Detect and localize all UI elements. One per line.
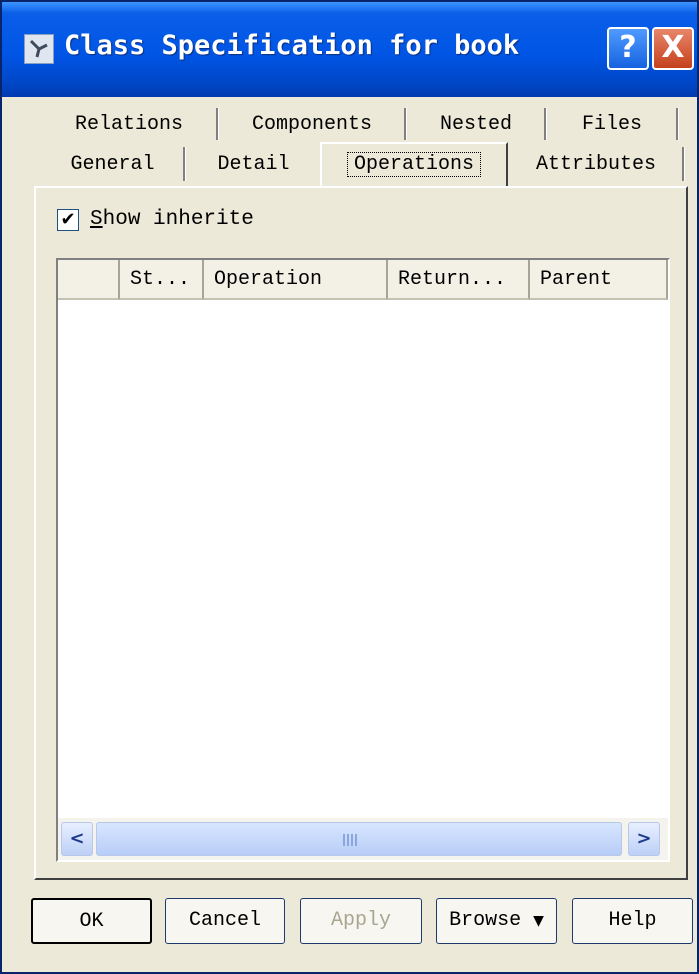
column-header-parent[interactable]: Parent — [530, 260, 668, 300]
show-inherited-label[interactable]: Show inherite — [90, 208, 254, 231]
tab-label: Operations — [346, 152, 482, 177]
column-header-stereotype[interactable]: St... — [120, 260, 204, 300]
grip-icon — [343, 834, 359, 846]
tab-attributes[interactable]: Attributes — [508, 144, 684, 186]
help-button[interactable]: Help — [572, 898, 693, 944]
scroll-right-button[interactable]: > — [628, 822, 660, 856]
help-title-button[interactable]: ? — [607, 27, 649, 70]
tab-files[interactable]: Files — [546, 105, 678, 145]
show-inherited-text: how inherite — [102, 208, 254, 231]
tab-relations[interactable]: Relations — [40, 105, 218, 145]
tab-label: Components — [251, 113, 373, 136]
column-header-operation[interactable]: Operation — [204, 260, 388, 300]
cancel-button[interactable]: Cancel — [165, 898, 285, 944]
scroll-thumb[interactable] — [96, 822, 622, 856]
tab-general[interactable]: General — [40, 144, 185, 186]
accelerator-key: S — [90, 208, 103, 231]
tab-label: Attributes — [535, 153, 657, 176]
scroll-left-button[interactable]: < — [61, 822, 93, 856]
column-header-return[interactable]: Return... — [388, 260, 530, 300]
column-header-icon[interactable] — [58, 260, 120, 300]
tab-components[interactable]: Components — [218, 105, 406, 145]
operations-list[interactable]: St... Operation Return... Parent < > — [56, 258, 670, 862]
tab-label: Detail — [217, 153, 290, 176]
title-bar[interactable]: Class Specification for book ? X — [2, 2, 697, 97]
class-specification-dialog: Class Specification for book ? X Relatio… — [0, 0, 699, 974]
tab-label: Relations — [74, 113, 184, 136]
horizontal-scrollbar[interactable]: < > — [58, 818, 668, 860]
tab-operations[interactable]: Operations — [320, 142, 508, 188]
rose-class-icon — [24, 34, 54, 64]
close-button[interactable]: X — [652, 27, 694, 70]
tab-detail[interactable]: Detail — [185, 144, 322, 186]
window-title: Class Specification for book — [64, 30, 520, 61]
show-inherited-checkbox[interactable]: ✔ — [57, 209, 79, 231]
ok-button[interactable]: OK — [31, 898, 152, 944]
tab-label: General — [70, 153, 155, 176]
dropdown-arrow-icon: ▼ — [533, 913, 544, 929]
tab-label: Files — [581, 113, 642, 136]
browse-label: Browse — [449, 909, 522, 932]
apply-button[interactable]: Apply — [300, 898, 422, 944]
browse-button[interactable]: Browse ▼ — [436, 898, 557, 944]
tab-nested[interactable]: Nested — [406, 105, 546, 145]
tab-label: Nested — [439, 113, 512, 136]
